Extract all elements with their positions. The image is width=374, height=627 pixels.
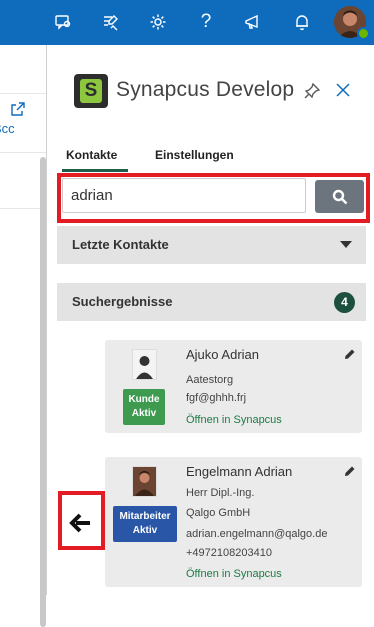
help-icon[interactable]: ? xyxy=(196,11,216,32)
contact-status-label: Mitarbeiter Aktiv xyxy=(113,506,177,542)
contact-photo-placeholder xyxy=(132,349,157,380)
bcc-link[interactable]: Bcc xyxy=(0,121,15,136)
gear-icon[interactable] xyxy=(148,12,168,32)
tab-active-indicator xyxy=(62,169,128,172)
popout-icon[interactable] xyxy=(11,102,25,116)
section-search-results: Suchergebnisse 4 xyxy=(57,283,366,321)
contact-title: Herr Dipl.-Ing. xyxy=(186,487,255,499)
contact-name: Engelmann Adrian xyxy=(186,464,293,479)
addin-title: Synapcus Develop xyxy=(116,78,295,101)
bell-icon[interactable] xyxy=(292,12,312,32)
back-arrow-icon[interactable] xyxy=(69,511,93,535)
open-in-synapcus-link[interactable]: Öffnen in Synapcus xyxy=(186,568,282,580)
contact-card[interactable]: Kunde Aktiv Ajuko Adrian Aatestorg fgf@g… xyxy=(105,340,362,433)
contact-email: fgf@ghhh.frj xyxy=(186,392,247,404)
contact-photo xyxy=(132,466,157,497)
results-count-badge: 4 xyxy=(334,292,355,313)
search-button[interactable] xyxy=(315,180,364,213)
contact-status-label: Kunde Aktiv xyxy=(123,389,165,425)
pin-icon[interactable] xyxy=(303,82,321,100)
compose-check-icon[interactable] xyxy=(100,12,120,32)
edit-icon[interactable] xyxy=(344,464,356,476)
label-type: Kunde xyxy=(128,394,160,405)
contact-phone: +4972108203410 xyxy=(186,547,272,559)
synapcus-logo: S xyxy=(74,74,108,108)
logo-letter: S xyxy=(80,79,102,103)
contact-email: adrian.engelmann@qalgo.de xyxy=(186,528,328,540)
open-in-synapcus-link[interactable]: Öffnen in Synapcus xyxy=(186,414,282,426)
edit-icon[interactable] xyxy=(344,347,356,359)
scrollbar[interactable] xyxy=(40,157,46,627)
caret-down-icon xyxy=(340,241,352,248)
presence-badge xyxy=(357,27,370,40)
divider xyxy=(0,93,46,94)
label-type: Mitarbeiter xyxy=(119,511,171,522)
top-bar: ? xyxy=(0,0,374,45)
megaphone-icon[interactable] xyxy=(243,12,263,32)
people-chat-icon[interactable] xyxy=(53,12,73,32)
section-recent-label: Letzte Kontakte xyxy=(72,237,169,252)
tab-kontakte[interactable]: Kontakte xyxy=(66,148,117,162)
search-icon xyxy=(332,189,347,204)
contact-name: Ajuko Adrian xyxy=(186,347,259,362)
section-recent-contacts[interactable]: Letzte Kontakte xyxy=(57,226,366,264)
label-status: Aktiv xyxy=(132,525,158,536)
tab-einstellungen[interactable]: Einstellungen xyxy=(155,148,234,162)
contact-company: Aatestorg xyxy=(186,374,234,386)
close-icon[interactable] xyxy=(335,82,351,98)
search-input[interactable]: adrian xyxy=(62,178,306,213)
divider xyxy=(0,152,46,153)
contact-company: Qalgo GmbH xyxy=(186,507,251,519)
section-results-label: Suchergebnisse xyxy=(72,294,173,309)
label-status: Aktiv xyxy=(131,408,157,419)
contact-card[interactable]: Mitarbeiter Aktiv Engelmann Adrian Herr … xyxy=(105,457,362,587)
